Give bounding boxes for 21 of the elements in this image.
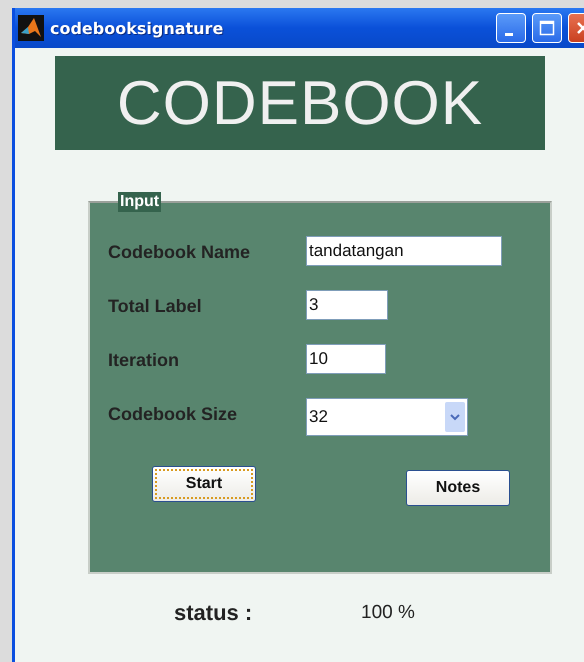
input-field[interactable]: 10 xyxy=(306,344,386,374)
status-value: 100 % xyxy=(361,602,415,624)
minimize-icon xyxy=(505,32,513,36)
caret-icon xyxy=(445,402,465,432)
status-label: status : xyxy=(174,600,254,626)
field-label: Codebook Name xyxy=(108,241,252,263)
input-field[interactable]: 3 xyxy=(306,290,388,320)
input-field[interactable]: tandatangan xyxy=(306,236,502,266)
action-button[interactable]: Start xyxy=(152,466,256,502)
field-label: Iteration xyxy=(108,349,180,371)
dropdown[interactable]: 32 xyxy=(306,398,468,436)
banner-title: CODEBOOK xyxy=(116,68,484,138)
maximize-button[interactable] xyxy=(532,13,562,43)
app-logo-icon xyxy=(18,15,44,41)
window-title: codebooksignature xyxy=(50,18,224,38)
minimize-button[interactable] xyxy=(496,13,526,43)
field-label: Codebook Size xyxy=(108,403,238,425)
panel-title: Input xyxy=(118,192,162,212)
field-label: Total Label xyxy=(108,295,203,317)
action-button[interactable]: Notes xyxy=(406,470,510,506)
maximize-icon xyxy=(539,20,555,36)
